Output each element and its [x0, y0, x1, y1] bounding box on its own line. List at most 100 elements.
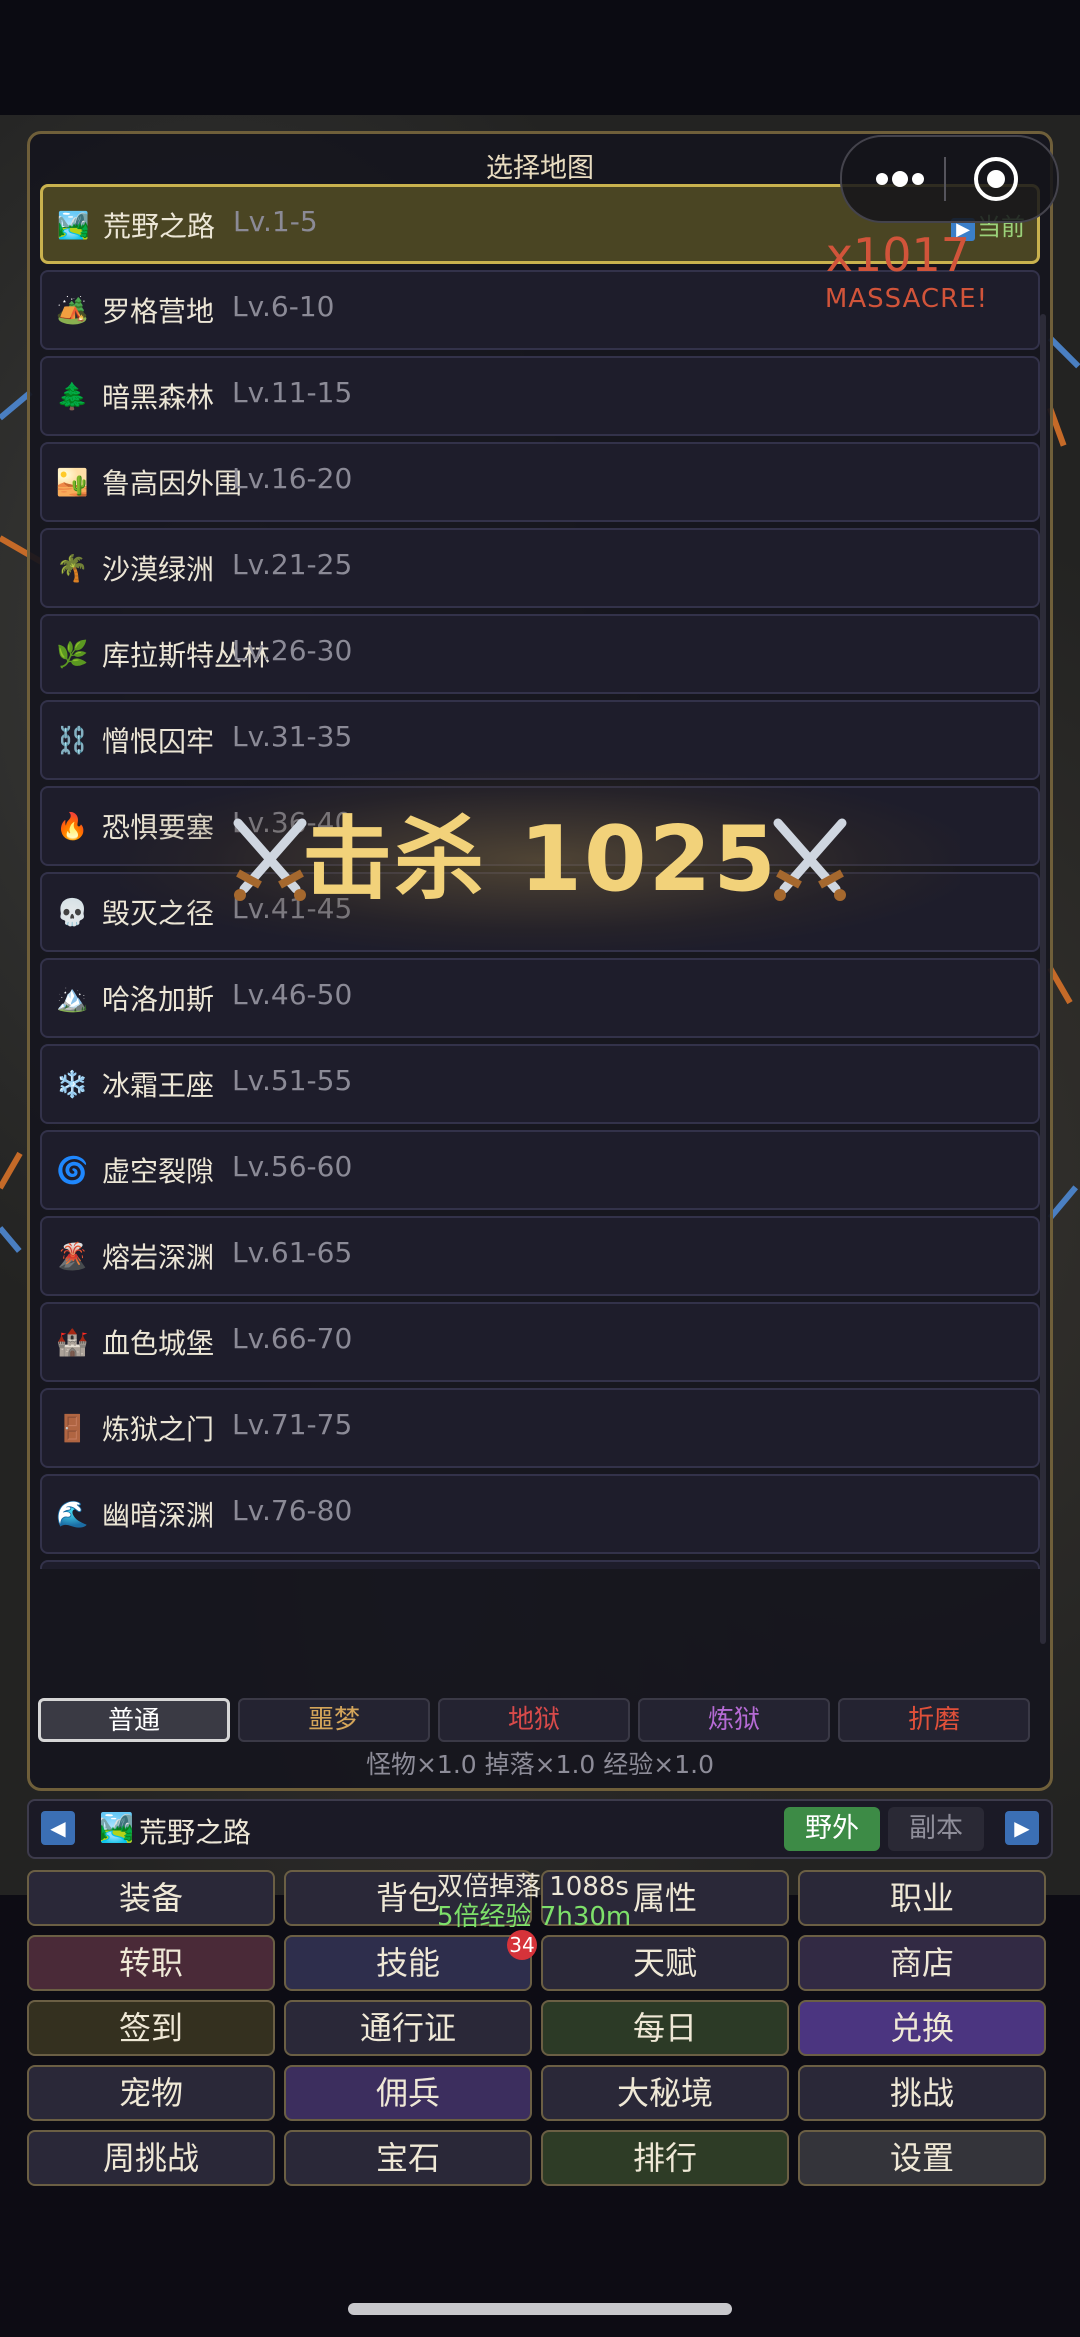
map-level-range: Lv.76-80 — [232, 1494, 353, 1527]
map-level-range: Lv.21-25 — [232, 548, 353, 581]
menu-button[interactable]: 佣兵 — [284, 2065, 532, 2121]
difficulty-tab[interactable]: 普通 — [38, 1698, 230, 1742]
map-level-range: Lv.66-70 — [232, 1322, 353, 1355]
map-icon: 🚪 — [56, 1414, 89, 1444]
map-name: 幽暗深渊 — [102, 1499, 215, 1532]
map-name: 炼狱之门 — [102, 1413, 215, 1446]
map-icon: 🏕️ — [56, 296, 89, 326]
map-level-range: Lv.71-75 — [232, 1408, 353, 1441]
map-name: 血色城堡 — [102, 1327, 215, 1360]
map-name: 虚空裂隙 — [102, 1155, 215, 1188]
map-name: 罗格营地 — [102, 295, 215, 328]
map-list-item[interactable]: 🚪 炼狱之门 Lv.71-75 — [40, 1388, 1040, 1468]
dungeon-toggle[interactable]: 副本 — [888, 1807, 984, 1851]
map-level-range: Lv.61-65 — [232, 1236, 353, 1269]
menu-button[interactable]: 转职 — [27, 1935, 275, 1991]
crossed-swords-icon — [773, 818, 847, 901]
menu-button[interactable]: 天赋 — [541, 1935, 789, 1991]
map-list-item[interactable]: 🏔️ 哈洛加斯 Lv.46-50 — [40, 958, 1040, 1038]
map-level-range: Lv.1-5 — [233, 205, 318, 238]
target-circle-icon[interactable] — [974, 157, 1018, 201]
map-icon: 🏞️ — [99, 1811, 134, 1844]
map-list-item[interactable]: ❄️ 冰霜王座 Lv.51-55 — [40, 1044, 1040, 1124]
scrollbar[interactable] — [1040, 314, 1046, 1644]
menu-button[interactable]: 挑战 — [798, 2065, 1046, 2121]
double-exp-buff: 5倍经验 7h30m — [437, 1902, 632, 1932]
menu-button[interactable]: 宠物 — [27, 2065, 275, 2121]
path-line — [0, 1151, 23, 1190]
menu-button[interactable]: 排行 — [541, 2130, 789, 2186]
map-icon: 🏜️ — [56, 468, 89, 498]
map-list-item[interactable]: 🌊 幽暗深渊 Lv.76-80 — [40, 1474, 1040, 1554]
map-icon: 🏰 — [56, 1328, 89, 1358]
menu-button[interactable]: 大秘境 — [541, 2065, 789, 2121]
menu-button[interactable]: 签到 — [27, 2000, 275, 2056]
menu-button[interactable]: 周挑战 — [27, 2130, 275, 2186]
home-indicator[interactable] — [348, 2303, 732, 2315]
map-list-item[interactable]: 🏜️ 鲁高因外围 Lv.16-20 — [40, 442, 1040, 522]
map-icon: 🏞️ — [57, 211, 90, 241]
map-icon: 🌴 — [56, 554, 89, 584]
current-map-name[interactable]: 荒野之路 — [139, 1811, 251, 1851]
map-name: 暗黑森林 — [102, 381, 215, 414]
prev-map-button[interactable]: ◀ — [41, 1811, 75, 1845]
map-icon: 💀 — [56, 898, 89, 928]
difficulty-tab[interactable]: 折磨 — [838, 1698, 1030, 1742]
map-list-item[interactable]: 🌿 库拉斯特丛林 Lv.26-30 — [40, 614, 1040, 694]
map-icon: 🌿 — [56, 640, 89, 670]
map-level-range: Lv.51-55 — [232, 1064, 353, 1097]
difficulty-tab[interactable]: 噩梦 — [238, 1698, 430, 1742]
menu-button[interactable]: 每日 — [541, 2000, 789, 2056]
map-level-range: Lv.31-35 — [232, 720, 353, 753]
crossed-swords-icon — [233, 818, 307, 901]
map-name: 沙漠绿洲 — [102, 553, 215, 586]
menu-button[interactable]: 设置 — [798, 2130, 1046, 2186]
kill-banner: 击杀 1025 — [120, 770, 960, 950]
menu-button[interactable]: 装备 — [27, 1870, 275, 1926]
map-list-item[interactable]: 🌋 熔岩深渊 Lv.61-65 — [40, 1216, 1040, 1296]
map-level-range: Lv.56-60 — [232, 1150, 353, 1183]
map-list-item[interactable]: 🌴 沙漠绿洲 Lv.21-25 — [40, 528, 1040, 608]
difficulty-tab[interactable]: 炼狱 — [638, 1698, 830, 1742]
map-level-range: Lv.6-10 — [232, 290, 335, 323]
map-level-range: Lv.26-30 — [232, 634, 353, 667]
miniprogram-capsule — [840, 135, 1059, 223]
map-list-item[interactable]: 🌑暗影境界Lv.81-85 — [40, 1560, 1040, 1569]
menu-button[interactable]: 商店 — [798, 1935, 1046, 1991]
map-name: 哈洛加斯 — [102, 983, 215, 1016]
map-list-item[interactable]: 🌀 虚空裂隙 Lv.56-60 — [40, 1130, 1040, 1210]
difficulty-tab[interactable]: 地狱 — [438, 1698, 630, 1742]
more-dots-icon[interactable] — [870, 159, 930, 199]
map-list-item[interactable]: 🏰 血色城堡 Lv.66-70 — [40, 1302, 1040, 1382]
map-icon: 🏔️ — [56, 984, 89, 1014]
map-name: 冰霜王座 — [102, 1069, 215, 1102]
map-list-item[interactable]: 🌲 暗黑森林 Lv.11-15 — [40, 356, 1040, 436]
map-icon: 🔥 — [56, 812, 89, 842]
menu-button[interactable]: 兑换 — [798, 2000, 1046, 2056]
wild-toggle[interactable]: 野外 — [784, 1807, 880, 1851]
menu-button[interactable]: 宝石 — [284, 2130, 532, 2186]
difficulty-tabs: 普通 噩梦 地狱 炼狱 折磨 — [38, 1698, 1038, 1744]
map-icon: 🌀 — [56, 1156, 89, 1186]
map-name: 荒野之路 — [103, 210, 216, 243]
map-list-item[interactable]: ⛓️ 憎恨囚牢 Lv.31-35 — [40, 700, 1040, 780]
map-icon: 🌊 — [56, 1500, 89, 1530]
menu-button[interactable]: 通行证 — [284, 2000, 532, 2056]
menu-button[interactable]: 职业 — [798, 1870, 1046, 1926]
map-nav-bar: ◀ 🏞️ 荒野之路 野外 副本 ▶ — [27, 1799, 1053, 1859]
menu-button[interactable]: 技能 — [284, 1935, 532, 1991]
map-icon: 🌋 — [56, 1242, 89, 1272]
map-icon: ⛓️ — [56, 726, 89, 756]
next-map-button[interactable]: ▶ — [1005, 1811, 1039, 1845]
path-line — [0, 1226, 22, 1253]
map-level-range: Lv.11-15 — [232, 376, 353, 409]
map-select-panel: 选择地图 🏞️ 荒野之路 Lv.1-5 ▶ 当前 🏕️ 罗格营地 Lv.6-10 🌲 暗黑森林 Lv… — [27, 131, 1053, 1791]
kill-count-text: 击杀 1025 — [302, 807, 778, 912]
massacre-count: x1017 — [825, 228, 970, 282]
map-icon: ❄️ — [56, 1070, 89, 1100]
capsule-divider — [944, 157, 946, 201]
map-name: 憎恨囚牢 — [102, 725, 215, 758]
massacre-label: MASSACRE! — [824, 284, 988, 314]
map-level-range: Lv.16-20 — [232, 462, 353, 495]
map-icon: 🌲 — [56, 382, 89, 412]
